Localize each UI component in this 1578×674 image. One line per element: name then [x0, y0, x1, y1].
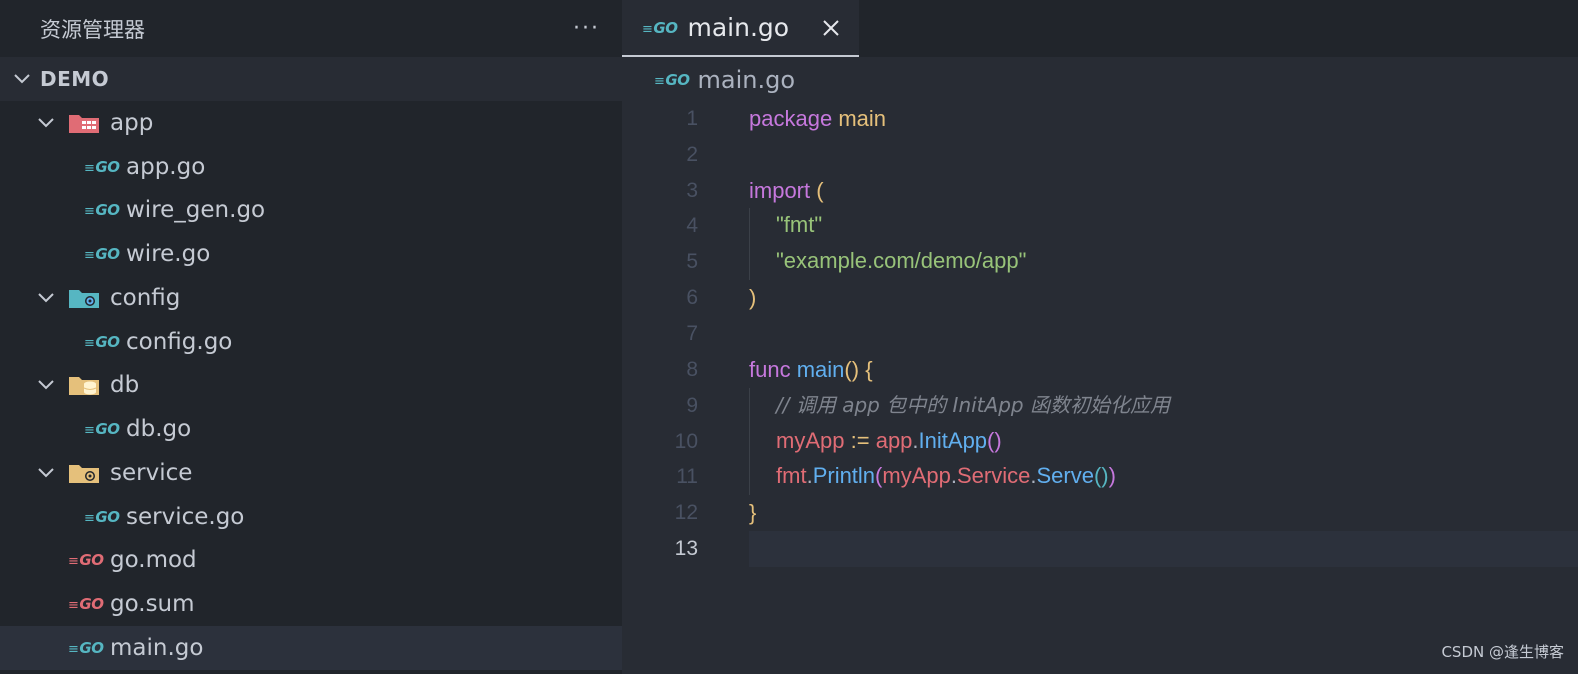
code-line: 9 // 调用 app 包中的 InitApp 函数初始化应用: [622, 387, 1578, 424]
tree-item-label: app.go: [126, 153, 206, 180]
go-sum-icon: ≡GO: [68, 595, 104, 614]
folder-service-icon: [68, 461, 104, 485]
line-number: 13: [674, 537, 698, 561]
explorer-header: 资源管理器 ···: [0, 0, 622, 57]
tree-file-main-go[interactable]: ≡GO main.go: [0, 626, 622, 670]
workspace-root-folder[interactable]: DEMO: [0, 57, 622, 101]
go-file-icon: ≡GO: [84, 507, 120, 526]
code-line: 6 ): [622, 280, 1578, 316]
go-mod-icon: ≡GO: [68, 551, 104, 570]
go-file-icon: ≡GO: [654, 71, 690, 89]
line-number: 10: [674, 429, 698, 453]
tree-file-app-go[interactable]: ≡GO app.go: [0, 145, 622, 189]
code-line: 10 myApp := app.InitApp(): [622, 423, 1578, 460]
more-actions-icon[interactable]: ···: [573, 16, 600, 41]
go-file-icon: ≡GO: [84, 157, 120, 176]
tree-folder-config[interactable]: config: [0, 276, 622, 320]
line-number: 6: [686, 286, 698, 310]
tree-item-label: main.go: [110, 634, 204, 661]
code-line: 2: [622, 137, 1578, 173]
breadcrumb-file-label: main.go: [697, 66, 795, 94]
tree-file-go-sum[interactable]: ≡GO go.sum: [0, 582, 622, 626]
code-line: 1 package main: [622, 101, 1578, 137]
code-line: 5 "example.com/demo/app": [622, 244, 1578, 281]
go-file-icon: ≡GO: [84, 332, 120, 351]
go-file-icon: ≡GO: [642, 18, 678, 37]
breadcrumb[interactable]: ≡GO main.go: [622, 57, 1578, 103]
chevron-down-icon: [14, 74, 30, 84]
code-text: myApp := app.InitApp(): [749, 423, 1002, 460]
tab-main-go[interactable]: ≡GO main.go: [622, 0, 859, 57]
go-file-icon: ≡GO: [84, 245, 120, 264]
tree-item-label: db: [110, 372, 140, 399]
tree-item-label: db.go: [126, 416, 192, 443]
tab-bar: ≡GO main.go: [622, 0, 1578, 57]
code-line: 3 import (: [622, 173, 1578, 209]
go-file-icon: ≡GO: [68, 638, 104, 657]
chevron-down-icon: [38, 118, 54, 128]
code-text: "example.com/demo/app": [749, 244, 1026, 281]
folder-app-icon: [68, 111, 104, 135]
code-text: }: [749, 500, 757, 526]
chevron-down-icon: [38, 468, 54, 478]
code-line: 12 }: [622, 495, 1578, 531]
code-text: ): [749, 285, 757, 311]
code-line-current: 13: [622, 531, 1578, 567]
line-number: 5: [686, 250, 698, 274]
code-line: 4 "fmt": [622, 208, 1578, 245]
tree-folder-db[interactable]: db: [0, 364, 622, 408]
explorer-sidebar: 资源管理器 ··· DEMO app ≡GO app.go ≡GO wire_g…: [0, 0, 622, 674]
tree-file-go-mod[interactable]: ≡GO go.mod: [0, 539, 622, 583]
tree-file-config-go[interactable]: ≡GO config.go: [0, 320, 622, 364]
tree-item-label: go.sum: [110, 591, 195, 618]
tree-item-label: wire.go: [126, 241, 211, 268]
tree-item-label: service.go: [126, 503, 245, 530]
code-text: package main: [749, 105, 886, 131]
line-number: 3: [686, 178, 698, 202]
code-line: 8 func main() {: [622, 352, 1578, 388]
code-text: func main() {: [749, 356, 873, 382]
line-number: 7: [686, 321, 698, 345]
workspace-root-label: DEMO: [40, 67, 110, 91]
chevron-down-icon: [38, 380, 54, 390]
watermark: CSDN @逢生博客: [1441, 643, 1564, 661]
line-number: 9: [686, 393, 698, 417]
code-text: "fmt": [749, 208, 822, 245]
code-text: fmt.Println(myApp.Service.Serve()): [749, 459, 1116, 496]
chevron-down-icon: [38, 293, 54, 303]
line-number: 8: [686, 357, 698, 381]
code-text: import (: [749, 177, 824, 203]
tree-file-wire-gen-go[interactable]: ≡GO wire_gen.go: [0, 189, 622, 233]
tree-item-label: app: [110, 109, 154, 136]
code-text: // 调用 app 包中的 InitApp 函数初始化应用: [749, 387, 1170, 424]
tree-item-label: go.mod: [110, 547, 197, 574]
tree-item-label: config.go: [126, 328, 233, 355]
folder-config-icon: [68, 286, 104, 310]
line-number: 11: [676, 465, 698, 489]
code-line: 11 fmt.Println(myApp.Service.Serve()): [622, 459, 1578, 496]
tree-file-db-go[interactable]: ≡GO db.go: [0, 407, 622, 451]
tree-item-label: service: [110, 459, 193, 486]
tree-file-wire-go[interactable]: ≡GO wire.go: [0, 232, 622, 276]
code-line: 7: [622, 316, 1578, 352]
tree-folder-service[interactable]: service: [0, 451, 622, 495]
tree-item-label: wire_gen.go: [126, 197, 266, 224]
go-file-icon: ≡GO: [84, 420, 120, 439]
tree-folder-app[interactable]: app: [0, 101, 622, 145]
code-editor[interactable]: 1 package main 2 3 import ( 4 "fmt" 5 "e…: [622, 101, 1578, 567]
line-number: 12: [674, 501, 698, 525]
line-number: 1: [686, 106, 698, 130]
line-number: 4: [686, 214, 698, 238]
go-file-icon: ≡GO: [84, 201, 120, 220]
tree-file-service-go[interactable]: ≡GO service.go: [0, 495, 622, 539]
close-icon[interactable]: [821, 18, 841, 38]
line-number: 2: [686, 142, 698, 166]
file-tree: app ≡GO app.go ≡GO wire_gen.go ≡GO wire.…: [0, 101, 622, 670]
explorer-title: 资源管理器: [40, 17, 145, 42]
tab-label: main.go: [687, 13, 790, 42]
editor-area: ≡GO main.go ≡GO main.go 1 package main 2…: [622, 0, 1578, 674]
folder-database-icon: [68, 373, 104, 397]
tree-item-label: config: [110, 284, 181, 311]
